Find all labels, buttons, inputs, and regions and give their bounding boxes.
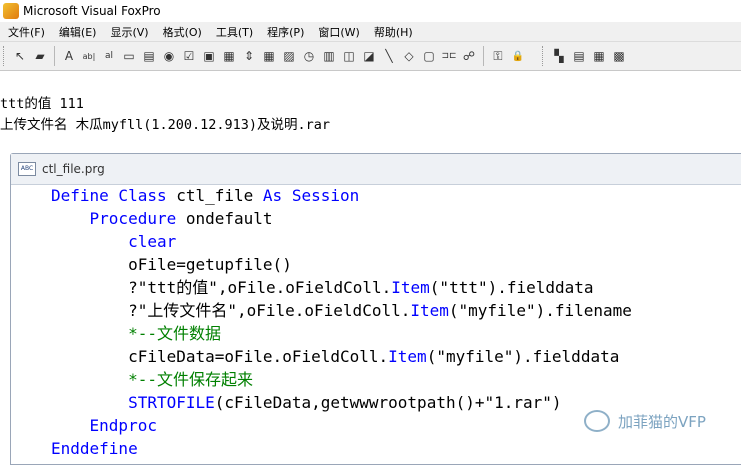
wechat-icon — [584, 410, 610, 432]
combobox-icon[interactable]: ▣ — [201, 48, 217, 64]
report-icon[interactable]: ▤ — [571, 48, 587, 64]
pageframe-icon[interactable]: ▥ — [321, 48, 337, 64]
code-line: Enddefine — [51, 439, 138, 458]
menu-tools[interactable]: 工具(T) — [210, 24, 259, 40]
toolbar-grip[interactable] — [542, 46, 546, 66]
line-icon[interactable]: ╲ — [381, 48, 397, 64]
toolbar-grip[interactable] — [3, 46, 7, 66]
listbox-icon[interactable]: ▦ — [221, 48, 237, 64]
toolbar-separator — [483, 46, 484, 66]
title-bar: Microsoft Visual FoxPro — [0, 0, 741, 22]
code-line: Define Class ctl_file As Session — [51, 186, 360, 205]
data-environment-icon[interactable]: ▦ — [591, 48, 607, 64]
editor-title-bar[interactable]: ABC ctl_file.prg — [11, 154, 741, 185]
menu-file[interactable]: 文件(F) — [2, 24, 51, 40]
spinner-icon[interactable]: ⇕ — [241, 48, 257, 64]
output-line: 上传文件名 木瓜myfll(1.200.12.913)及说明.rar — [0, 117, 331, 133]
code-line: ?"ttt的值",oFile.oFieldColl.Item("ttt").fi… — [51, 278, 594, 297]
code-line: Procedure ondefault — [89, 209, 273, 228]
menu-window[interactable]: 窗口(W) — [312, 24, 365, 40]
textbox-icon[interactable]: ab| — [81, 48, 97, 64]
pointer-icon[interactable]: ↖ — [12, 48, 28, 64]
code-line: *--文件数据 — [128, 324, 221, 343]
hyperlink-icon[interactable]: ☍ — [461, 48, 477, 64]
container-icon[interactable]: ▢ — [421, 48, 437, 64]
menu-edit[interactable]: 编辑(E) — [53, 24, 103, 40]
program-file-icon: ABC — [18, 162, 36, 176]
label-icon[interactable]: A — [61, 48, 77, 64]
grid-icon[interactable]: ▦ — [261, 48, 277, 64]
code-line: ?"上传文件名",oFile.oFieldColl.Item("myfile")… — [51, 301, 632, 320]
code-line: Endproc — [89, 416, 157, 435]
command-button-icon[interactable]: ▭ — [121, 48, 137, 64]
foxpro-app-icon — [3, 3, 19, 19]
ole-control-icon[interactable]: ◫ — [341, 48, 357, 64]
menu-view[interactable]: 显示(V) — [104, 24, 154, 40]
code-line: clear — [128, 232, 177, 251]
option-group-icon[interactable]: ◉ — [161, 48, 177, 64]
menu-help[interactable]: 帮助(H) — [368, 24, 419, 40]
command-group-icon[interactable]: ▤ — [141, 48, 157, 64]
separator-control-icon[interactable]: ⊐⊏ — [441, 48, 457, 64]
screen-output: ttt的值 111 上传文件名 木瓜myfll(1.200.12.913)及说明… — [0, 94, 330, 136]
watermark-text: 加菲猫的VFP — [618, 412, 706, 431]
watermark: 加菲猫的VFP — [584, 410, 706, 432]
menu-format[interactable]: 格式(O) — [157, 24, 208, 40]
editor-title: ctl_file.prg — [42, 162, 105, 176]
output-line: ttt的值 111 — [0, 96, 84, 112]
image-icon[interactable]: ▨ — [281, 48, 297, 64]
menu-bar: 文件(F) 编辑(E) 显示(V) 格式(O) 工具(T) 程序(P) 窗口(W… — [0, 22, 741, 41]
window-title: Microsoft Visual FoxPro — [23, 4, 161, 18]
code-line: cFileData=oFile.oFieldColl.Item("myfile"… — [51, 347, 620, 366]
checkbox-icon[interactable]: ☑ — [181, 48, 197, 64]
menu-program[interactable]: 程序(P) — [261, 24, 310, 40]
timer-icon[interactable]: ◷ — [301, 48, 317, 64]
code-area[interactable]: Define Class ctl_file As Session Procedu… — [51, 184, 632, 460]
view-classes-icon[interactable]: ▰ — [32, 48, 48, 64]
form-controls-toolbar: ↖ ▰ A ab| al ▭ ▤ ◉ ☑ ▣ ▦ ⇕ ▦ ▨ ◷ ▥ ◫ ◪ ╲… — [0, 41, 741, 71]
ole-bound-control-icon[interactable]: ◪ — [361, 48, 377, 64]
form-icon[interactable]: ▚ — [551, 48, 567, 64]
class-browser-icon[interactable]: ▩ — [611, 48, 627, 64]
editbox-icon[interactable]: al — [101, 48, 117, 64]
code-line: *--文件保存起来 — [128, 370, 253, 389]
builder-lock-icon[interactable]: ⚿ — [490, 48, 506, 64]
button-lock-icon[interactable]: 🔒 — [510, 48, 526, 64]
code-line: oFile=getupfile() — [51, 255, 292, 274]
shape-icon[interactable]: ◇ — [401, 48, 417, 64]
code-line: STRTOFILE(cFileData,getwwwrootpath()+"1.… — [128, 393, 562, 412]
toolbar-separator — [54, 46, 55, 66]
